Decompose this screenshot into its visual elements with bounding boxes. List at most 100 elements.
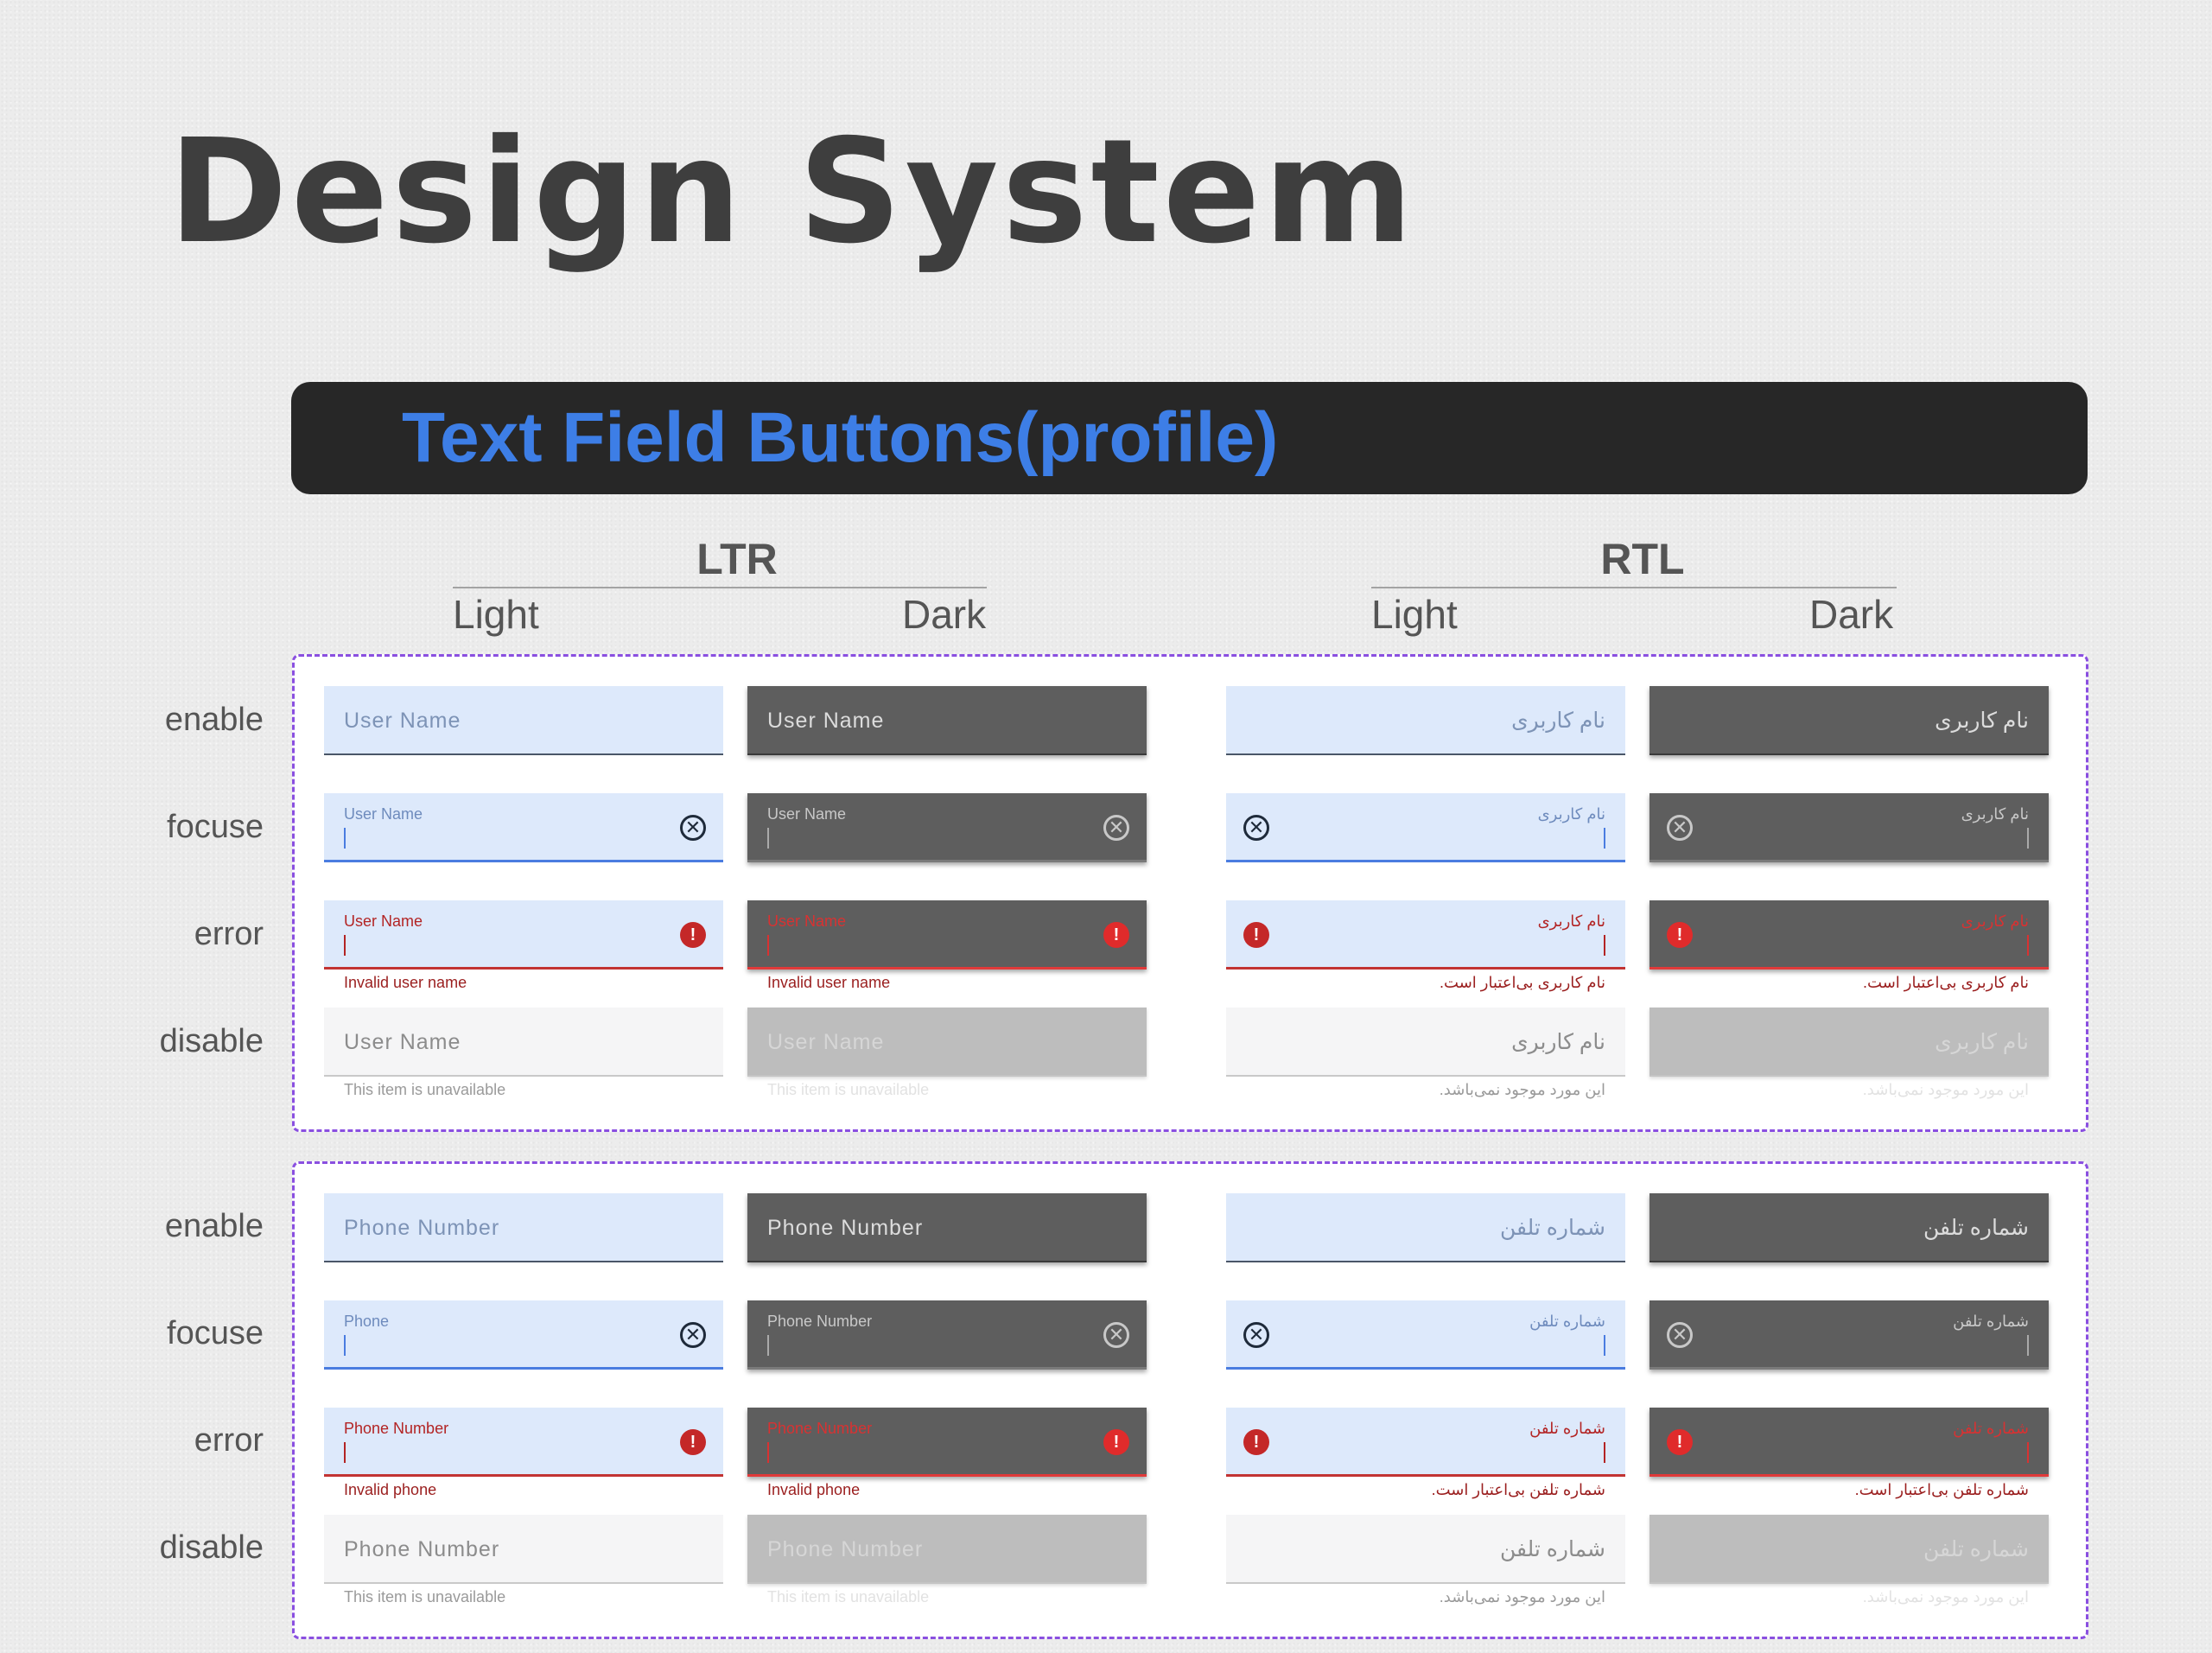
field-label: Phone Number — [767, 1420, 873, 1437]
error-icon: ! — [1103, 922, 1129, 948]
error-icon: ! — [1243, 922, 1269, 948]
username-field-ltr-light-focused[interactable]: User Name ✕ — [324, 793, 723, 862]
phone-field-ltr-light-error[interactable]: Phone Number ! Invalid phone — [324, 1408, 723, 1498]
state-label-enable: enable — [164, 702, 264, 738]
field-label: User Name — [344, 912, 423, 930]
field-placeholder: نام کاربری — [1511, 1030, 1605, 1054]
phone-field-rtl-dark-disabled: شماره تلفن این مورد موجود نمی‌باشد. — [1649, 1515, 2049, 1605]
error-icon: ! — [680, 1429, 706, 1455]
field-placeholder: Phone Number — [767, 1537, 924, 1561]
field-label: نام کاربری — [1961, 912, 2029, 930]
ltr-divider — [453, 587, 987, 588]
clear-icon[interactable]: ✕ — [1667, 815, 1693, 841]
field-placeholder: User Name — [344, 709, 461, 733]
text-cursor — [344, 1335, 346, 1356]
phone-field-ltr-light-disabled: Phone Number This item is unavailable — [324, 1515, 723, 1605]
phone-field-ltr-dark-error[interactable]: Phone Number ! Invalid phone — [747, 1408, 1147, 1498]
field-placeholder: Phone Number — [344, 1537, 500, 1561]
helper-text: This item is unavailable — [344, 1588, 506, 1605]
field-placeholder: User Name — [767, 1030, 885, 1054]
state-label-disable: disable — [159, 1529, 264, 1566]
helper-text: This item is unavailable — [344, 1081, 506, 1098]
rtl-group-label: RTL — [1600, 535, 1685, 583]
field-placeholder: نام کاربری — [1935, 709, 2029, 733]
state-label-focus: focuse — [167, 1315, 264, 1351]
state-label-error: error — [194, 916, 264, 952]
username-field-rtl-dark-focused[interactable]: نام کاربری ✕ — [1649, 793, 2049, 862]
clear-icon[interactable]: ✕ — [1667, 1322, 1693, 1348]
field-placeholder: User Name — [767, 709, 885, 733]
username-field-rtl-dark-error[interactable]: نام کاربری ! نام کاربری بی‌اعتبار است. — [1649, 900, 2049, 991]
phone-field-ltr-light-focused[interactable]: Phone ✕ — [324, 1300, 723, 1370]
phone-field-rtl-dark-error[interactable]: شماره تلفن ! شماره تلفن بی‌اعتبار است. — [1649, 1408, 2049, 1498]
text-cursor — [767, 828, 769, 849]
helper-text: This item is unavailable — [767, 1588, 930, 1605]
text-cursor — [344, 935, 346, 956]
field-label: Phone Number — [767, 1313, 873, 1330]
ltr-light-label: Light — [453, 592, 539, 637]
error-message: Invalid user name — [344, 974, 467, 991]
clear-icon[interactable]: ✕ — [1103, 815, 1129, 841]
field-label: User Name — [767, 912, 847, 930]
text-cursor — [1604, 1335, 1605, 1356]
helper-text: این مورد موجود نمی‌باشد. — [1862, 1588, 2029, 1605]
username-field-ltr-dark-error[interactable]: User Name ! Invalid user name — [747, 900, 1147, 991]
text-cursor — [2027, 1335, 2029, 1356]
phone-field-rtl-dark-enabled[interactable]: شماره تلفن — [1649, 1193, 2049, 1262]
phone-field-rtl-dark-focused[interactable]: شماره تلفن ✕ — [1649, 1300, 2049, 1370]
username-field-rtl-light-focused[interactable]: نام کاربری ✕ — [1226, 793, 1625, 862]
field-label: نام کاربری — [1537, 805, 1605, 823]
phone-field-ltr-light-enabled[interactable]: Phone Number — [324, 1193, 723, 1262]
helper-text: این مورد موجود نمی‌باشد. — [1439, 1081, 1605, 1098]
clear-icon[interactable]: ✕ — [1103, 1322, 1129, 1348]
rtl-light-label: Light — [1371, 592, 1458, 637]
state-label-error: error — [194, 1422, 264, 1459]
field-placeholder: نام کاربری — [1511, 709, 1605, 733]
error-icon: ! — [1667, 1429, 1693, 1455]
phone-field-ltr-dark-enabled[interactable]: Phone Number — [747, 1193, 1147, 1262]
rtl-divider — [1371, 587, 1897, 588]
field-placeholder: Phone Number — [344, 1216, 500, 1240]
text-cursor — [767, 935, 769, 956]
username-field-rtl-dark-enabled[interactable]: نام کاربری — [1649, 686, 2049, 755]
phone-field-rtl-light-error[interactable]: شماره تلفن ! شماره تلفن بی‌اعتبار است. — [1226, 1408, 1625, 1498]
phone-field-rtl-light-focused[interactable]: شماره تلفن ✕ — [1226, 1300, 1625, 1370]
error-message: شماره تلفن بی‌اعتبار است. — [1431, 1481, 1605, 1498]
clear-icon[interactable]: ✕ — [1243, 815, 1269, 841]
ltr-dark-label: Dark — [902, 592, 987, 637]
error-message: نام کاربری بی‌اعتبار است. — [1440, 974, 1605, 991]
clear-icon[interactable]: ✕ — [680, 1322, 706, 1348]
text-cursor — [1604, 828, 1605, 849]
field-label: Phone Number — [344, 1420, 449, 1437]
section-header: Text Field Buttons(profile) — [291, 382, 2088, 494]
phone-field-rtl-light-disabled: شماره تلفن این مورد موجود نمی‌باشد. — [1226, 1515, 1625, 1605]
field-placeholder: Phone Number — [767, 1216, 924, 1240]
error-icon: ! — [1243, 1429, 1269, 1455]
clear-icon[interactable]: ✕ — [1243, 1322, 1269, 1348]
field-label: Phone — [344, 1313, 390, 1330]
rtl-dark-label: Dark — [1809, 592, 1894, 637]
phone-field-ltr-dark-disabled: Phone Number This item is unavailable — [747, 1515, 1147, 1605]
field-label: شماره تلفن — [1529, 1420, 1605, 1437]
field-label: نام کاربری — [1537, 912, 1605, 930]
field-placeholder: شماره تلفن — [1923, 1537, 2029, 1561]
clear-icon[interactable]: ✕ — [680, 815, 706, 841]
phone-field-rtl-light-enabled[interactable]: شماره تلفن — [1226, 1193, 1625, 1262]
text-cursor — [2027, 1442, 2029, 1463]
phone-field-ltr-dark-focused[interactable]: Phone Number ✕ — [747, 1300, 1147, 1370]
username-field-ltr-light-error[interactable]: User Name ! Invalid user name — [324, 900, 723, 991]
text-cursor — [767, 1335, 769, 1356]
username-field-ltr-dark-disabled: User Name This item is unavailable — [747, 1008, 1147, 1098]
state-label-disable: disable — [159, 1023, 264, 1059]
username-field-rtl-light-error[interactable]: نام کاربری ! نام کاربری بی‌اعتبار است. — [1226, 900, 1625, 991]
username-field-rtl-light-disabled: نام کاربری این مورد موجود نمی‌باشد. — [1226, 1008, 1625, 1098]
username-field-ltr-dark-enabled[interactable]: User Name — [747, 686, 1147, 755]
username-field-ltr-light-enabled[interactable]: User Name — [324, 686, 723, 755]
error-icon: ! — [1667, 922, 1693, 948]
field-placeholder: User Name — [344, 1030, 461, 1054]
helper-text: This item is unavailable — [767, 1081, 930, 1098]
text-cursor — [767, 1442, 769, 1463]
username-field-ltr-dark-focused[interactable]: User Name ✕ — [747, 793, 1147, 862]
state-label-enable: enable — [164, 1208, 264, 1244]
username-field-rtl-light-enabled[interactable]: نام کاربری — [1226, 686, 1625, 755]
